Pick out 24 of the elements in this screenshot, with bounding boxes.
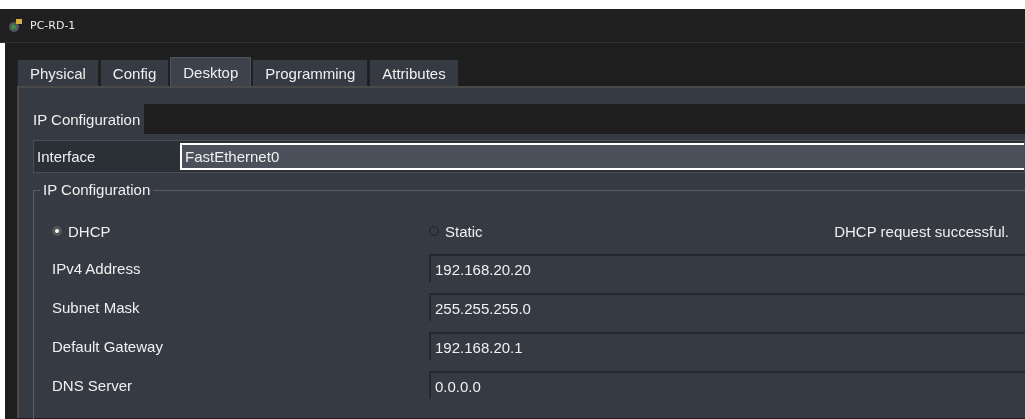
input-field[interactable]: 192.168.20.20 xyxy=(429,254,1025,282)
tab[interactable]: Physical xyxy=(17,59,99,86)
tab[interactable]: Desktop xyxy=(170,57,252,86)
field-label: Subnet Mask xyxy=(52,298,141,316)
section-title: IP Configuration xyxy=(33,109,142,130)
tab[interactable]: Config xyxy=(99,59,170,86)
field-label: DNS Server xyxy=(52,376,134,394)
input-field[interactable]: 255.255.255.0 xyxy=(429,293,1025,321)
input-field[interactable]: 0.0.0.0 xyxy=(429,371,1025,399)
interface-dropdown[interactable]: FastEthernet0 xyxy=(180,143,1024,170)
tab[interactable]: Attributes xyxy=(369,59,459,86)
status-message: DHCP request successful. xyxy=(834,222,1009,240)
radio-label[interactable]: Static xyxy=(445,222,483,240)
radio-button[interactable] xyxy=(429,226,439,236)
field-label: Default Gateway xyxy=(52,337,164,355)
app-icon xyxy=(8,17,24,34)
group-title: IP Configuration xyxy=(40,181,154,198)
radio-button[interactable] xyxy=(52,226,62,236)
window-title: PC-RD-1 xyxy=(30,19,76,32)
field-label: IPv4 Address xyxy=(52,259,142,277)
tab[interactable]: Programming xyxy=(252,59,369,86)
interface-label: Interface xyxy=(36,148,97,165)
input-field[interactable]: 192.168.20.1 xyxy=(429,332,1025,360)
radio-label[interactable]: DHCP xyxy=(68,222,111,240)
